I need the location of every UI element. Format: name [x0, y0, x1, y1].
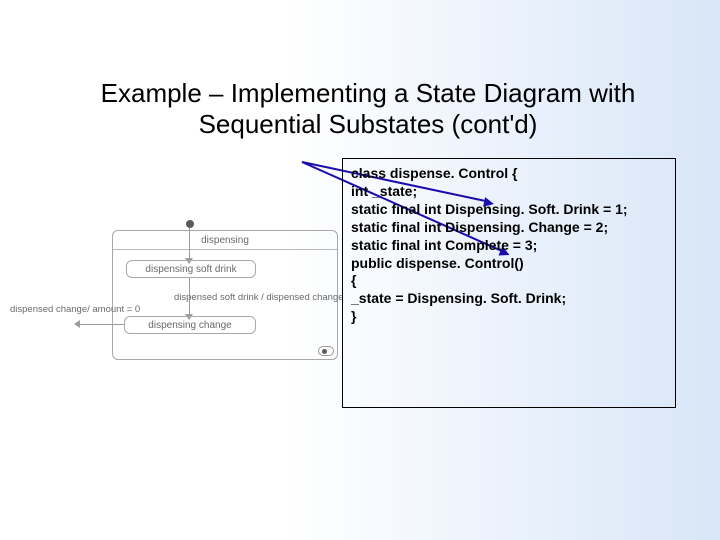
exit-transition-label: dispensed change/ amount = 0 — [10, 304, 140, 315]
code-line: class dispense. Control { — [351, 165, 667, 183]
slide-title: Example – Implementing a State Diagram w… — [56, 78, 680, 140]
substate-soft-drink: dispensing soft drink — [126, 260, 256, 278]
code-box: class dispense. Control { int _state; st… — [342, 158, 676, 408]
state-diagram: dispensing dispensing soft drink dispens… — [24, 224, 344, 384]
code-line: static final int Dispensing. Change = 2; — [351, 219, 667, 237]
mid-transition-label: dispensed soft drink / dispensed change — [174, 292, 344, 303]
content-area: dispensing dispensing soft drink dispens… — [0, 158, 720, 540]
code-line: public dispense. Control() — [351, 255, 667, 273]
code-line: } — [351, 308, 667, 326]
code-line: _state = Dispensing. Soft. Drink; — [351, 290, 667, 308]
exit-line — [80, 324, 124, 325]
code-line: int _state; — [351, 183, 667, 201]
entry-line — [189, 228, 190, 260]
substate-change: dispensing change — [124, 316, 256, 334]
code-line: { — [351, 272, 667, 290]
composite-state-label: dispensing — [113, 235, 337, 246]
final-state-icon — [318, 346, 334, 356]
code-line: static final int Complete = 3; — [351, 237, 667, 255]
initial-pseudostate — [186, 220, 194, 228]
composite-state-divider — [113, 249, 337, 250]
code-line: static final int Dispensing. Soft. Drink… — [351, 201, 667, 219]
arrow-left-icon — [74, 320, 80, 328]
